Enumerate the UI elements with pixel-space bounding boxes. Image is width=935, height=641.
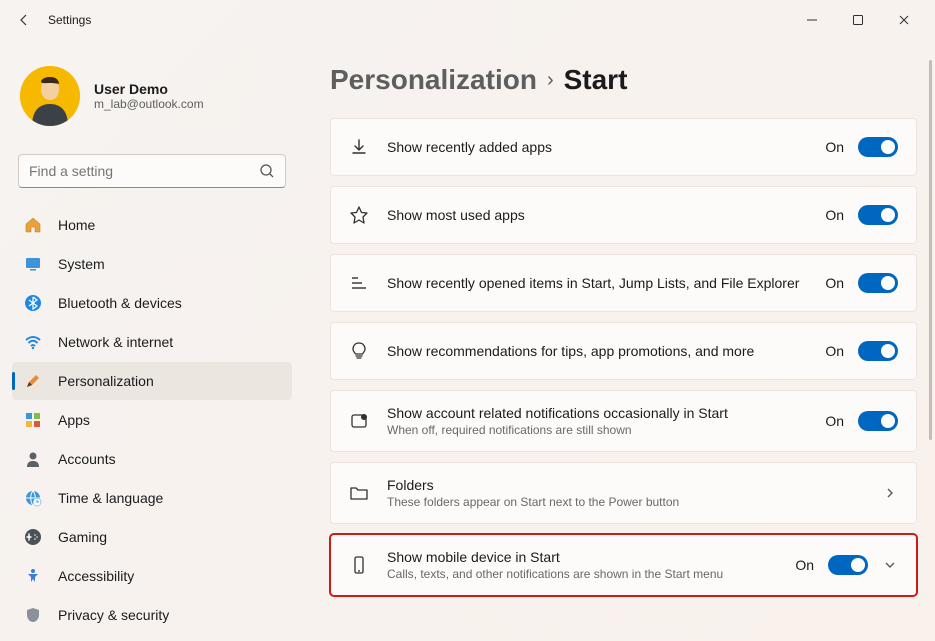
setting-description: These folders appear on Start next to th… [387, 495, 864, 509]
globe-icon [24, 489, 42, 507]
avatar [20, 66, 80, 126]
nav-accounts[interactable]: Accounts [12, 440, 292, 478]
toggle-switch[interactable] [858, 411, 898, 431]
nav-privacy[interactable]: Privacy & security [12, 596, 292, 634]
breadcrumb-current: Start [564, 64, 628, 96]
bulb-icon [349, 341, 369, 361]
nav-system[interactable]: System [12, 245, 292, 283]
toggle-state: On [795, 557, 814, 573]
setting-title: Folders [387, 477, 864, 493]
nav-label: Accounts [58, 451, 116, 467]
system-icon [24, 255, 42, 273]
shield-icon [24, 606, 42, 624]
setting-title: Show recently added apps [387, 139, 807, 155]
breadcrumb: Personalization › Start [330, 54, 917, 118]
user-email: m_lab@outlook.com [94, 97, 204, 111]
badge-icon [349, 411, 369, 431]
setting-description: When off, required notifications are sti… [387, 423, 807, 437]
search-box[interactable] [18, 154, 286, 188]
accessibility-icon [24, 567, 42, 585]
toggle-state: On [825, 139, 844, 155]
scrollbar[interactable] [927, 60, 933, 635]
list-icon [349, 273, 369, 293]
nav-label: Accessibility [58, 568, 134, 584]
nav-bluetooth[interactable]: Bluetooth & devices [12, 284, 292, 322]
scrollbar-thumb[interactable] [929, 60, 932, 440]
toggle-switch[interactable] [858, 273, 898, 293]
toggle-switch[interactable] [858, 205, 898, 225]
minimize-button[interactable] [789, 4, 835, 36]
person-icon [24, 450, 42, 468]
nav-label: Privacy & security [58, 607, 169, 623]
toggle-switch[interactable] [858, 137, 898, 157]
setting-row[interactable]: Show recently added apps On [330, 118, 917, 176]
setting-title: Show account related notifications occas… [387, 405, 807, 421]
folder-icon [349, 483, 369, 503]
nav-home[interactable]: Home [12, 206, 292, 244]
nav-label: Bluetooth & devices [58, 295, 182, 311]
nav-label: Apps [58, 412, 90, 428]
bluetooth-icon [24, 294, 42, 312]
maximize-button[interactable] [835, 4, 881, 36]
brush-icon [24, 372, 42, 390]
nav-time[interactable]: Time & language [12, 479, 292, 517]
user-name: User Demo [94, 81, 204, 97]
setting-row[interactable]: Show recommendations for tips, app promo… [330, 322, 917, 380]
toggle-state: On [825, 275, 844, 291]
phone-icon [349, 555, 369, 575]
nav-gaming[interactable]: Gaming [12, 518, 292, 556]
setting-row[interactable]: Show most used apps On [330, 186, 917, 244]
nav-label: Gaming [58, 529, 107, 545]
chevron-down-icon[interactable] [882, 557, 898, 573]
back-button[interactable] [8, 4, 40, 36]
setting-row[interactable]: Show mobile device in Start Calls, texts,… [330, 534, 917, 596]
window-title: Settings [48, 13, 91, 27]
toggle-state: On [825, 343, 844, 359]
setting-title: Show most used apps [387, 207, 807, 223]
nav-label: Home [58, 217, 95, 233]
search-input[interactable] [29, 163, 259, 179]
chevron-right-icon: › [547, 69, 554, 92]
setting-title: Show mobile device in Start [387, 549, 777, 565]
setting-title: Show recommendations for tips, app promo… [387, 343, 807, 359]
chevron-right-icon [882, 485, 898, 501]
toggle-switch[interactable] [828, 555, 868, 575]
breadcrumb-parent[interactable]: Personalization [330, 64, 537, 96]
star-icon [349, 205, 369, 225]
nav-accessibility[interactable]: Accessibility [12, 557, 292, 595]
setting-title: Show recently opened items in Start, Jum… [387, 275, 807, 291]
gaming-icon [24, 528, 42, 546]
setting-row[interactable]: Folders These folders appear on Start nex… [330, 462, 917, 524]
toggle-state: On [825, 207, 844, 223]
nav-label: Personalization [58, 373, 154, 389]
nav-personalization[interactable]: Personalization [12, 362, 292, 400]
download-icon [349, 137, 369, 157]
setting-description: Calls, texts, and other notifications ar… [387, 567, 777, 581]
wifi-icon [24, 333, 42, 351]
user-profile[interactable]: User Demo m_lab@outlook.com [12, 44, 292, 148]
home-icon [24, 216, 42, 234]
nav-label: System [58, 256, 105, 272]
toggle-state: On [825, 413, 844, 429]
toggle-switch[interactable] [858, 341, 898, 361]
setting-row[interactable]: Show recently opened items in Start, Jum… [330, 254, 917, 312]
search-icon [259, 163, 275, 179]
nav-label: Network & internet [58, 334, 173, 350]
nav-network[interactable]: Network & internet [12, 323, 292, 361]
apps-icon [24, 411, 42, 429]
nav-apps[interactable]: Apps [12, 401, 292, 439]
close-button[interactable] [881, 4, 927, 36]
nav-label: Time & language [58, 490, 163, 506]
setting-row[interactable]: Show account related notifications occas… [330, 390, 917, 452]
